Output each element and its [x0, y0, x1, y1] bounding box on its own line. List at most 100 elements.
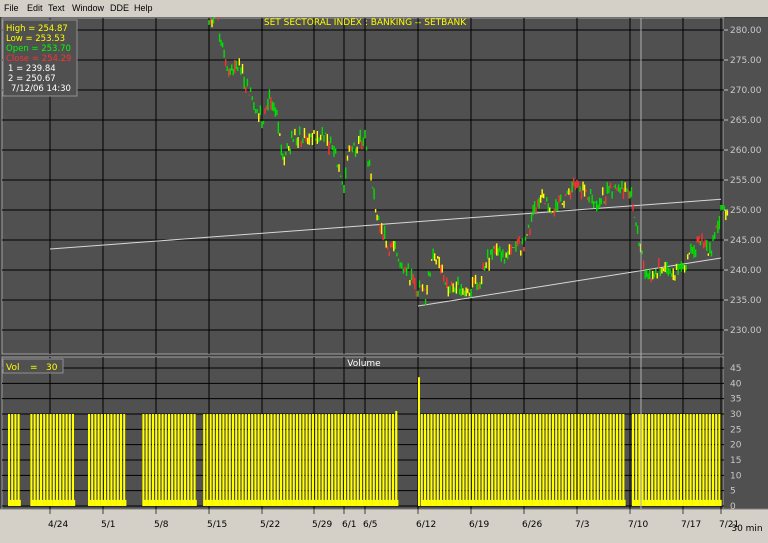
volume-base	[286, 499, 290, 506]
volume-bar	[536, 414, 538, 506]
volume-base	[62, 499, 66, 506]
price-tick-label: 265.00	[730, 116, 762, 126]
volume-base	[110, 499, 114, 506]
volume-base	[488, 499, 492, 506]
volume-base	[692, 499, 696, 506]
volume-base	[500, 499, 504, 506]
volume-bar	[257, 414, 260, 506]
volume-base	[449, 499, 453, 506]
volume-base	[276, 499, 280, 506]
volume-base	[619, 499, 623, 506]
volume-base	[238, 499, 242, 506]
volume-bar	[376, 414, 378, 506]
volume-base	[52, 499, 56, 506]
x-tick-label: 5/22	[260, 520, 280, 530]
volume-base	[328, 499, 332, 506]
menu-edit[interactable]: Edit	[27, 3, 43, 13]
volume-base	[472, 499, 476, 506]
volume-tick-label: 15	[730, 456, 741, 466]
volume-base	[478, 499, 482, 506]
volume-base	[516, 499, 520, 506]
volume-base	[641, 499, 645, 506]
menu-file[interactable]: File	[4, 3, 19, 13]
volume-base	[648, 499, 652, 506]
price-tick-label: 260.00	[730, 146, 762, 156]
volume-base	[532, 499, 536, 506]
volume-bar	[478, 414, 481, 506]
volume-bar	[420, 414, 423, 506]
info-datetime: 7/12/06 14:30	[11, 84, 71, 94]
volume-base	[68, 499, 72, 506]
info-box: High = 254.87 Low = 253.53 Open = 253.70…	[2, 19, 78, 97]
volume-bar	[552, 414, 554, 506]
x-tick-label: 5/15	[207, 520, 227, 530]
volume-bar	[574, 414, 577, 506]
volume-base	[388, 499, 392, 506]
volume-bar	[123, 414, 126, 506]
volume-base	[161, 499, 165, 506]
volume-base	[312, 499, 316, 506]
volume-bar	[462, 414, 465, 506]
volume-bar	[475, 414, 478, 506]
volume-bar	[356, 414, 359, 506]
volume-base	[526, 499, 530, 506]
volume-base	[168, 499, 172, 506]
volume-bar	[203, 414, 206, 506]
volume-bar	[593, 414, 596, 506]
volume-bar	[372, 414, 375, 506]
menu-dde[interactable]: DDE	[110, 3, 129, 13]
volume-bar	[660, 414, 663, 506]
menu-text[interactable]: Text	[48, 3, 65, 13]
volume-bar	[62, 414, 65, 506]
volume-bar	[548, 414, 551, 506]
volume-base	[120, 499, 124, 506]
volume-bar	[433, 414, 436, 506]
volume-bar	[334, 414, 337, 506]
volume-tick-label: 45	[730, 364, 741, 374]
volume-bar	[571, 414, 574, 506]
volume-bar	[244, 414, 247, 506]
menu-help[interactable]: Help	[134, 3, 153, 13]
volume-base	[171, 499, 175, 506]
volume-bar	[609, 414, 612, 506]
volume-base	[212, 499, 216, 506]
volume-bar	[392, 414, 394, 506]
volume-base	[548, 499, 552, 506]
x-tick-label: 7/17	[681, 520, 701, 530]
volume-bar	[113, 414, 116, 506]
volume-base	[513, 499, 517, 506]
volume-bar	[561, 414, 564, 506]
volume-base	[708, 499, 712, 506]
volume-bar	[600, 414, 602, 506]
volume-bar	[17, 414, 20, 506]
volume-bar	[270, 414, 273, 506]
volume-bar	[651, 414, 654, 506]
volume-base	[440, 499, 444, 506]
volume-base	[270, 499, 274, 506]
volume-bar	[500, 414, 503, 506]
volume-bar	[59, 414, 62, 506]
volume-bar	[219, 414, 222, 506]
volume-base	[494, 499, 498, 506]
volume-base	[299, 499, 303, 506]
menu-window[interactable]: Window	[72, 3, 104, 13]
volume-base	[91, 499, 95, 506]
volume-bar	[110, 414, 113, 506]
volume-base	[446, 499, 450, 506]
volume-base	[702, 499, 706, 506]
volume-bar	[686, 414, 689, 506]
volume-bar	[289, 414, 292, 506]
volume-base	[331, 499, 335, 506]
volume-base	[241, 499, 245, 506]
volume-base	[40, 499, 44, 506]
volume-base	[17, 499, 21, 506]
volume-base	[353, 499, 357, 506]
info-open: Open = 253.70	[6, 44, 71, 54]
info-low: Low = 253.53	[6, 34, 65, 44]
volume-bar	[587, 414, 590, 506]
volume-bar	[596, 414, 599, 506]
volume-bar	[36, 414, 39, 506]
volume-bar	[33, 414, 36, 506]
volume-bar	[664, 414, 666, 506]
x-tick-label: 6/19	[469, 520, 489, 530]
